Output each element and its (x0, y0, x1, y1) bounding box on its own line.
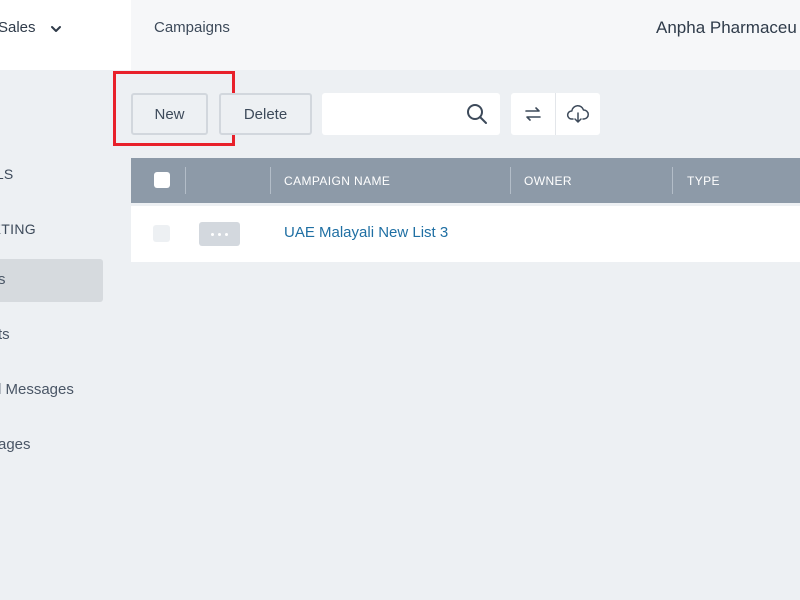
column-divider (672, 167, 673, 194)
module-label: Sales (0, 19, 36, 36)
sidebar: AILS KETING s ts l Messages ages (0, 70, 131, 600)
campaign-name-link[interactable]: UAE Malayali New List 3 (284, 224, 448, 241)
delete-button[interactable]: Delete (219, 93, 312, 135)
cloud-download-icon (566, 104, 589, 123)
sync-icon (525, 107, 541, 121)
column-header-owner[interactable]: OWNER (524, 158, 572, 203)
sidebar-group-marketing: KETING (0, 221, 36, 237)
search-input[interactable] (332, 103, 466, 127)
page-title: Campaigns (154, 19, 230, 36)
sidebar-item-campaigns[interactable]: s (0, 271, 6, 288)
sidebar-group-emails: AILS (0, 166, 14, 182)
top-bar: Sales Campaigns Anpha Pharmaceu (0, 0, 800, 70)
more-icon (218, 232, 221, 236)
chevron-down-icon (51, 26, 61, 32)
row-checkbox[interactable] (153, 225, 170, 242)
more-icon (211, 232, 214, 236)
search-icon[interactable] (466, 103, 488, 125)
sidebar-item-lists[interactable]: ts (0, 326, 10, 343)
highlight-box (113, 71, 235, 146)
toolbar-icon-group (511, 93, 600, 135)
table-row: UAE Malayali New List 3 (131, 206, 800, 262)
header: Campaigns Anpha Pharmaceu (131, 0, 800, 70)
search-box (322, 93, 500, 135)
column-divider (185, 167, 186, 194)
sync-button[interactable] (511, 93, 555, 135)
select-all-checkbox[interactable] (154, 172, 170, 188)
row-actions-button[interactable] (199, 222, 240, 246)
sidebar-active-highlight (0, 259, 103, 302)
column-header-type[interactable]: TYPE (687, 158, 720, 203)
column-header-campaign-name[interactable]: CAMPAIGN NAME (284, 158, 390, 203)
table-header: CAMPAIGN NAME OWNER TYPE (131, 158, 800, 203)
sidebar-item-messages[interactable]: ages (0, 436, 31, 453)
download-button[interactable] (556, 93, 600, 135)
company-name[interactable]: Anpha Pharmaceu (656, 18, 797, 38)
column-divider (270, 167, 271, 194)
more-icon (225, 232, 228, 236)
sidebar-item-email-messages[interactable]: l Messages (0, 381, 74, 398)
column-divider (510, 167, 511, 194)
module-switcher[interactable]: Sales (0, 0, 131, 70)
